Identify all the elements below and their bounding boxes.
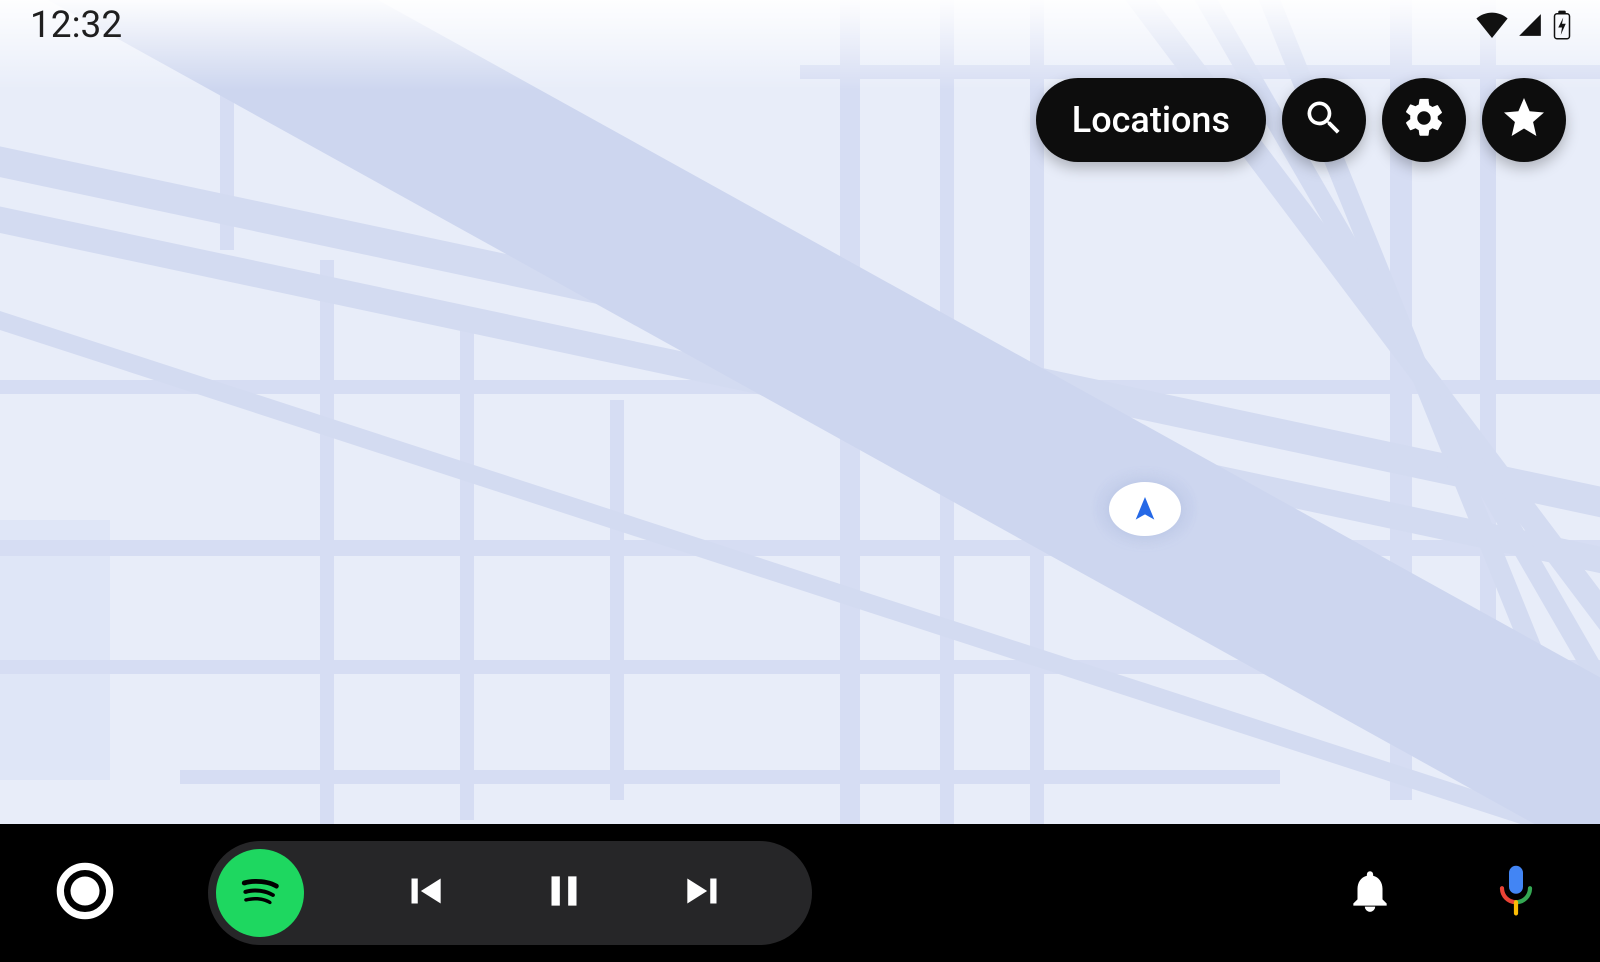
favorites-button[interactable] [1482,78,1566,162]
google-assistant-mic-icon [1493,863,1539,923]
launcher-button[interactable] [54,862,116,924]
gear-icon [1401,95,1447,145]
search-icon [1302,96,1346,144]
cell-signal-icon [1515,12,1545,38]
media-control-pod [208,841,812,945]
notifications-button[interactable] [1340,863,1400,923]
star-icon [1500,94,1548,146]
assistant-button[interactable] [1486,863,1546,923]
search-button[interactable] [1282,78,1366,162]
settings-button[interactable] [1382,78,1466,162]
pause-icon [539,866,589,920]
status-time: 12:32 [30,4,122,47]
pause-button[interactable] [494,841,634,945]
skip-previous-button[interactable] [354,841,494,945]
bell-icon [1345,866,1395,920]
locations-label: Locations [1072,99,1230,141]
system-nav-bar [0,824,1600,962]
launcher-circle-icon [56,862,114,924]
skip-previous-icon [399,866,449,920]
media-app-button[interactable] [216,849,304,937]
status-bar: 12:32 [0,0,1600,50]
skip-next-icon [679,866,729,920]
locations-button[interactable]: Locations [1036,78,1266,162]
wifi-icon [1476,12,1508,38]
battery-charging-icon [1552,10,1572,40]
skip-next-button[interactable] [634,841,774,945]
spotify-icon [229,860,291,926]
